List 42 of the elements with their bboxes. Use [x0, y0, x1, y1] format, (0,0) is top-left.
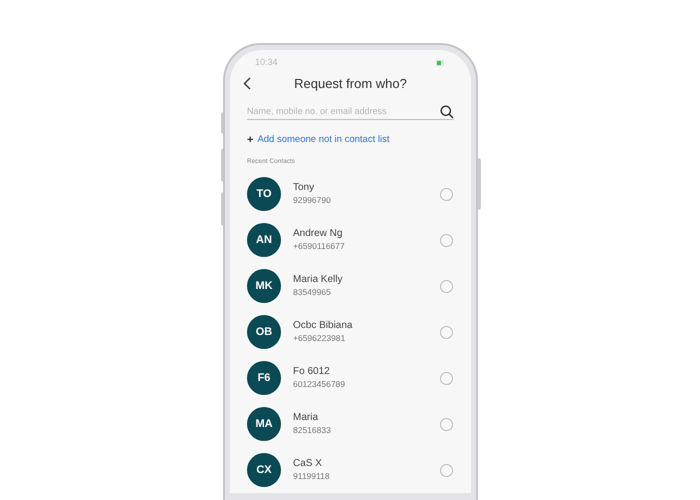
search-icon[interactable] — [440, 105, 454, 119]
search-field[interactable]: Name, mobile no. or email address — [247, 105, 454, 120]
radio-button[interactable] — [440, 234, 453, 247]
avatar-initials: F6 — [247, 361, 281, 396]
radio-button[interactable] — [440, 418, 453, 431]
contact-row[interactable]: TO Tony 92996790 — [247, 171, 454, 218]
contact-phone: 83549965 — [293, 286, 332, 300]
contact-name: CaS X — [293, 457, 323, 470]
status-time: 10:34 — [255, 56, 278, 69]
add-contact-link[interactable]: + Add someone not in contact list — [247, 132, 454, 148]
radio-button[interactable] — [440, 280, 453, 293]
contact-name: Ocbc Bibiana — [293, 319, 354, 332]
contact-phone: 60123456789 — [293, 378, 346, 392]
contact-row[interactable]: MK Maria Kelly 83549965 — [247, 263, 454, 310]
contact-row[interactable]: OB Ocbc Bibiana +6596223981 — [247, 309, 454, 356]
contact-row[interactable]: F6 Fo 6012 60123456789 — [247, 355, 454, 402]
avatar-initials: CX — [247, 453, 281, 488]
contact-name: Fo 6012 — [293, 365, 331, 378]
contact-phone: 92996790 — [293, 194, 332, 208]
avatar-initials: MA — [247, 407, 281, 442]
avatar-initials: TO — [247, 177, 281, 212]
contact-phone: 91199118 — [293, 470, 331, 484]
contact-name: Maria — [293, 411, 320, 424]
contact-name: Tony — [293, 181, 316, 194]
radio-button[interactable] — [440, 372, 453, 385]
radio-button[interactable] — [440, 188, 453, 201]
contact-name: Maria Kelly — [293, 273, 344, 286]
contact-row[interactable]: AN Andrew Ng +6590116677 — [247, 217, 454, 264]
contact-row[interactable]: MA Maria 82516833 — [247, 401, 454, 448]
avatar-initials: OB — [247, 315, 281, 350]
radio-button[interactable] — [440, 326, 453, 339]
contact-phone: +6596223981 — [293, 332, 346, 346]
contact-phone: 82516833 — [293, 424, 332, 438]
back-icon[interactable] — [243, 76, 251, 90]
contact-phone: +6590116677 — [293, 240, 346, 254]
avatar-initials: AN — [247, 223, 281, 258]
battery-icon — [436, 60, 446, 66]
contact-name: Andrew Ng — [293, 227, 344, 240]
radio-button[interactable] — [440, 464, 453, 477]
page-title: Request from who? — [294, 74, 407, 93]
contact-row[interactable]: CX CaS X 91199118 — [247, 447, 454, 493]
avatar-initials: MK — [247, 269, 281, 304]
